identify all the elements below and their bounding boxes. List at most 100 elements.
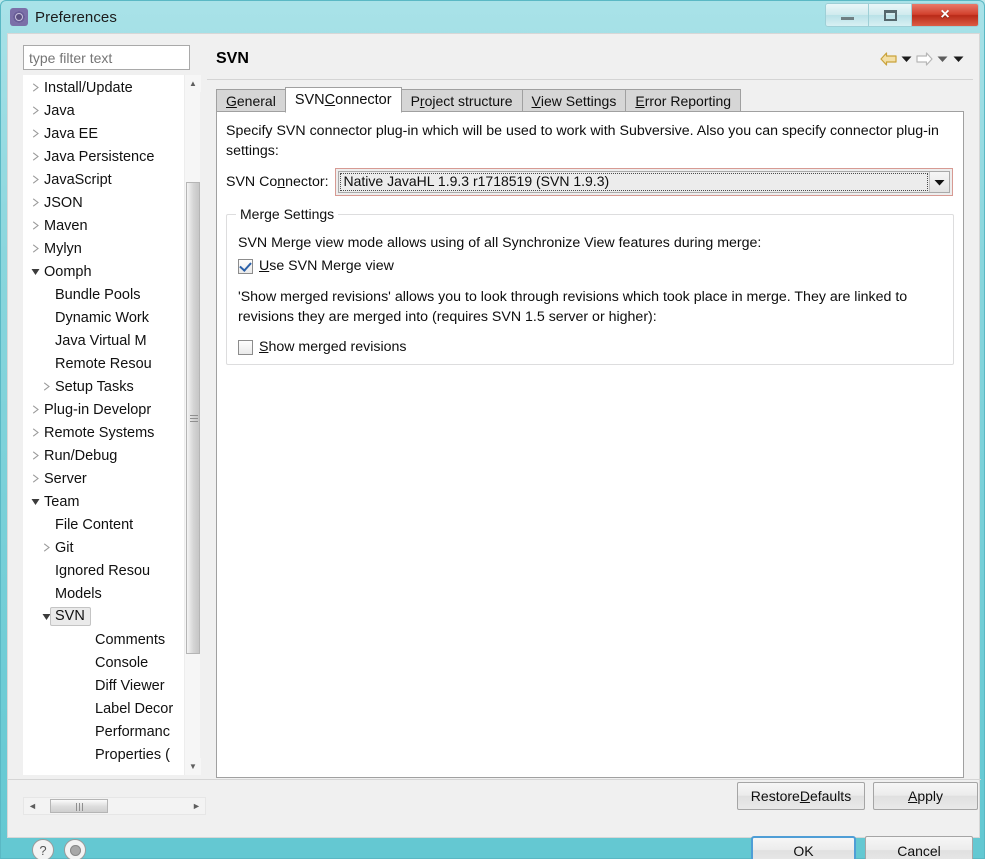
page-title: SVN: [216, 50, 249, 67]
apply-button[interactable]: Apply: [873, 782, 978, 810]
sidebar-item-label: Models: [55, 585, 102, 602]
minimize-button[interactable]: [826, 4, 869, 26]
sidebar-item-git[interactable]: Git: [24, 536, 176, 559]
tab-project-structure[interactable]: Pr oject structure: [401, 89, 522, 113]
scroll-down-button[interactable]: ▼: [185, 758, 201, 775]
sidebar-item-label: Performanc: [95, 723, 170, 740]
sidebar-item-server[interactable]: Server: [24, 467, 176, 490]
sidebar-item-java-ee[interactable]: Java EE: [24, 122, 176, 145]
sidebar-item-label: Dynamic Work: [55, 309, 149, 326]
sidebar-item-diff-viewer[interactable]: Diff Viewer: [24, 674, 176, 697]
expand-arrow-closed-icon[interactable]: [28, 221, 43, 230]
details-icon[interactable]: [64, 839, 86, 859]
expand-arrow-closed-icon[interactable]: [28, 106, 43, 115]
sidebar-item-java[interactable]: Java: [24, 99, 176, 122]
tab-svn-connector[interactable]: SVN Connector: [284, 87, 402, 113]
expand-arrow-closed-icon[interactable]: [28, 152, 43, 161]
sidebar-item-comments[interactable]: Comments: [24, 628, 176, 651]
use-svn-merge-view-checkbox[interactable]: Use SVN Merge view: [238, 258, 394, 274]
sidebar-item-maven[interactable]: Maven: [24, 214, 176, 237]
close-icon: ×: [940, 6, 950, 23]
sidebar-item-ignored-resou[interactable]: Ignored Resou: [24, 559, 176, 582]
sidebar-item-plug-in-developr[interactable]: Plug-in Developr: [24, 398, 176, 421]
sidebar-item-models[interactable]: Models: [24, 582, 176, 605]
expand-arrow-closed-icon[interactable]: [28, 175, 43, 184]
sidebar-item-java-virtual-m[interactable]: Java Virtual M: [24, 329, 176, 352]
sidebar-item-bundle-pools[interactable]: Bundle Pools: [24, 283, 176, 306]
sidebar-item-label: Console: [95, 654, 149, 671]
sidebar-item-oomph[interactable]: Oomph: [24, 260, 176, 283]
pane-menu-icon[interactable]: [952, 53, 965, 66]
scroll-right-button[interactable]: ►: [188, 798, 205, 814]
chevron-down-icon[interactable]: [928, 172, 949, 192]
ok-button[interactable]: OK: [751, 836, 856, 859]
checkbox-checked-icon: [238, 258, 253, 274]
preferences-gear-icon: [10, 8, 28, 26]
tab-error-reporting[interactable]: Error Reporting: [625, 89, 742, 113]
tree-horizontal-scrollbar[interactable]: ◄ ►: [23, 797, 206, 815]
svn-connector-combobox[interactable]: Native JavaHL 1.9.3 r1718519 (SVN 1.9.3): [334, 168, 953, 196]
show-merged-revisions-checkbox[interactable]: Show merged revisions: [238, 339, 406, 355]
sidebar-item-mylyn[interactable]: Mylyn: [24, 237, 176, 260]
sidebar-item-dynamic-work[interactable]: Dynamic Work: [24, 306, 176, 329]
expand-arrow-closed-icon[interactable]: [28, 405, 43, 414]
expand-arrow-closed-icon[interactable]: [28, 198, 43, 207]
sidebar-item-label-decor[interactable]: Label Decor: [24, 697, 176, 720]
expand-arrow-closed-icon[interactable]: [28, 129, 43, 138]
help-icon[interactable]: ?: [32, 839, 54, 859]
sidebar-item-svn[interactable]: SVN: [24, 605, 176, 628]
sidebar-item-console[interactable]: Console: [24, 651, 176, 674]
pane-navigation: [880, 52, 965, 66]
expand-arrow-closed-icon[interactable]: [39, 382, 54, 391]
horizontal-scrollbar-thumb[interactable]: [50, 799, 108, 813]
scroll-left-button[interactable]: ◄: [24, 798, 41, 814]
restore-defaults-button[interactable]: Restore Defaults: [737, 782, 865, 810]
sidebar-item-file-content[interactable]: File Content: [24, 513, 176, 536]
back-arrow-icon[interactable]: [880, 52, 897, 66]
sidebar-item-json[interactable]: JSON: [24, 191, 176, 214]
sidebar-item-label: Remote Resou: [55, 355, 152, 372]
sidebar-item-team[interactable]: Team: [24, 490, 176, 513]
sidebar-item-performanc[interactable]: Performanc: [24, 720, 176, 743]
preferences-window: Preferences × Install/UpdateJavaJava EEJ: [0, 0, 985, 859]
sidebar-item-label: Java: [44, 102, 75, 119]
settings-pane: SVN G eneral SVN C onnector P r oject st…: [207, 40, 973, 779]
expand-arrow-closed-icon[interactable]: [28, 451, 43, 460]
tab-general[interactable]: General: [216, 89, 285, 113]
pane-description: Specify SVN connector plug-in which will…: [226, 123, 939, 159]
expand-arrow-closed-icon[interactable]: [28, 428, 43, 437]
filter-input[interactable]: [23, 45, 190, 70]
forward-dropdown-icon[interactable]: [936, 53, 949, 66]
cancel-button[interactable]: Cancel: [865, 836, 973, 859]
expand-arrow-closed-icon[interactable]: [28, 474, 43, 483]
maximize-button[interactable]: [869, 4, 912, 26]
sidebar-item-install-update[interactable]: Install/Update: [24, 76, 176, 99]
sidebar-item-remote-resou[interactable]: Remote Resou: [24, 352, 176, 375]
back-dropdown-icon[interactable]: [900, 53, 913, 66]
sidebar-item-java-persistence[interactable]: Java Persistence: [24, 145, 176, 168]
expand-arrow-closed-icon[interactable]: [39, 543, 54, 552]
sidebar-item-properties[interactable]: Properties (: [24, 743, 176, 766]
footer-separator: [8, 779, 981, 780]
close-button[interactable]: ×: [912, 4, 978, 26]
merge-text-1: SVN Merge view mode allows using of all …: [238, 235, 762, 251]
preferences-tree[interactable]: Install/Update Java Java EE Java Persistenc…: [23, 75, 190, 775]
scroll-up-button[interactable]: ▲: [185, 75, 201, 92]
expand-arrow-open-icon[interactable]: [28, 497, 43, 506]
expand-arrow-closed-icon[interactable]: [28, 83, 43, 92]
vertical-scrollbar-thumb[interactable]: [186, 182, 200, 654]
sidebar-item-label: Properties (: [95, 746, 170, 763]
sidebar-item-remote-systems[interactable]: Remote Systems: [24, 421, 176, 444]
tab-view-settings[interactable]: View Settings: [521, 89, 626, 113]
expand-arrow-closed-icon[interactable]: [28, 244, 43, 253]
sidebar-item-javascript[interactable]: JavaScript: [24, 168, 176, 191]
sidebar-item-setup-tasks[interactable]: Setup Tasks: [24, 375, 176, 398]
sidebar-item-label: Comments: [95, 631, 166, 648]
sidebar-item-label: Ignored Resou: [55, 562, 151, 579]
tree-vertical-scrollbar[interactable]: ▲ ▼: [184, 75, 201, 775]
sidebar-item-label: Run/Debug: [44, 447, 118, 464]
sidebar-item-run-debug[interactable]: Run/Debug: [24, 444, 176, 467]
expand-arrow-open-icon[interactable]: [28, 267, 43, 276]
window-controls: ×: [825, 3, 979, 27]
sidebar-item-label: Server: [44, 470, 87, 487]
